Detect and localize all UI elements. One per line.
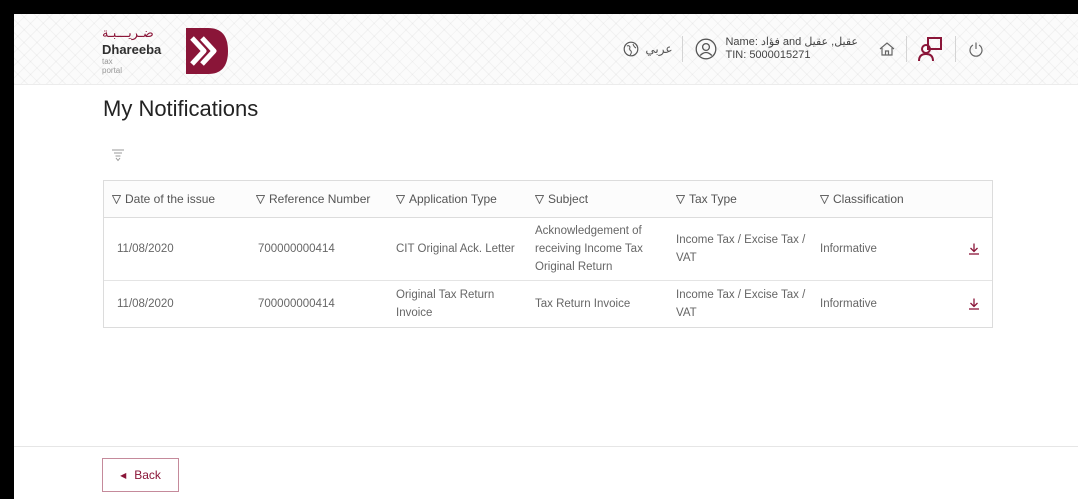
cell-tax-type: Income Tax / Excise Tax / VAT (676, 234, 806, 264)
header-actions: عربي Name: فؤاد and عقيل, عقيل TIN: 5000… (623, 34, 984, 64)
column-header-label: Date of the issue (125, 192, 216, 206)
cell-reference: 700000000414 (258, 298, 335, 310)
column-header-classification[interactable]: Classification (816, 192, 956, 206)
notifications-table: Date of the issue Reference Number Appli… (103, 180, 993, 328)
cell-subject: Tax Return Invoice (535, 298, 631, 310)
back-button[interactable]: ◀ Back (102, 458, 179, 492)
download-button[interactable] (956, 243, 992, 255)
back-arrow-icon: ◀ (120, 470, 127, 480)
cell-classification: Informative (820, 243, 877, 255)
header-divider (682, 36, 684, 62)
funnel-icon (820, 194, 829, 204)
table-row[interactable]: 11/08/2020 700000000414 CIT Original Ack… (104, 218, 992, 281)
logo-english-text: Dhareeba (102, 42, 162, 57)
top-header: ضـريـــبـة Dhareeba tax portal عربي Name… (14, 14, 1078, 85)
column-header-label: Tax Type (689, 192, 737, 206)
logo-subtitle: tax portal (102, 57, 123, 75)
funnel-icon (396, 194, 405, 204)
cell-tax-type: Income Tax / Excise Tax / VAT (676, 289, 806, 319)
user-tin: TIN: 5000015271 (725, 49, 811, 61)
user-info: Name: فؤاد and عقيل, عقيل TIN: 500001527… (725, 36, 858, 62)
cell-reference: 700000000414 (258, 243, 335, 255)
download-icon (969, 298, 979, 310)
funnel-icon (112, 194, 121, 204)
column-header-label: Subject (548, 192, 589, 206)
user-icon[interactable] (695, 38, 717, 60)
table-header: Date of the issue Reference Number Appli… (104, 181, 992, 218)
globe-icon[interactable] (623, 41, 639, 57)
cell-subject: Acknowledgement of receiving Income Tax … (535, 225, 643, 273)
app-frame: ضـريـــبـة Dhareeba tax portal عربي Name… (14, 14, 1078, 499)
column-header-label: Classification (833, 192, 904, 206)
cell-date: 11/08/2020 (117, 298, 174, 310)
column-header-label: Application Type (409, 192, 497, 206)
column-header-subject[interactable]: Subject (533, 192, 674, 206)
back-button-label: Back (134, 468, 161, 482)
footer-divider (14, 446, 1078, 447)
funnel-icon (535, 194, 544, 204)
funnel-icon (676, 194, 685, 204)
column-header-application-type[interactable]: Application Type (392, 192, 533, 206)
cell-classification: Informative (820, 298, 877, 310)
header-divider (955, 36, 956, 62)
column-header-reference[interactable]: Reference Number (252, 192, 392, 206)
page-title: My Notifications (103, 96, 259, 121)
download-icon (969, 243, 979, 255)
user-name: Name: فؤاد and عقيل, عقيل (725, 36, 858, 48)
column-header-tax-type[interactable]: Tax Type (674, 192, 816, 206)
column-header-date[interactable]: Date of the issue (104, 192, 252, 206)
column-header-label: Reference Number (269, 192, 371, 206)
home-icon[interactable] (878, 40, 896, 58)
cell-application-type: Original Tax Return Invoice (396, 289, 495, 319)
download-button[interactable] (956, 298, 992, 310)
table-row[interactable]: 11/08/2020 700000000414 Original Tax Ret… (104, 281, 992, 327)
header-divider (906, 36, 907, 62)
funnel-icon (256, 194, 265, 204)
language-switch-link[interactable]: عربي (645, 42, 672, 56)
filter-icon[interactable] (111, 148, 125, 162)
people-icon[interactable] (917, 35, 945, 63)
logo-arabic-text: ضـريـــبـة (102, 26, 154, 41)
power-icon[interactable] (968, 41, 984, 57)
cell-application-type: CIT Original Ack. Letter (396, 243, 515, 255)
logo-mark-icon (186, 28, 228, 74)
cell-date: 11/08/2020 (117, 243, 174, 255)
